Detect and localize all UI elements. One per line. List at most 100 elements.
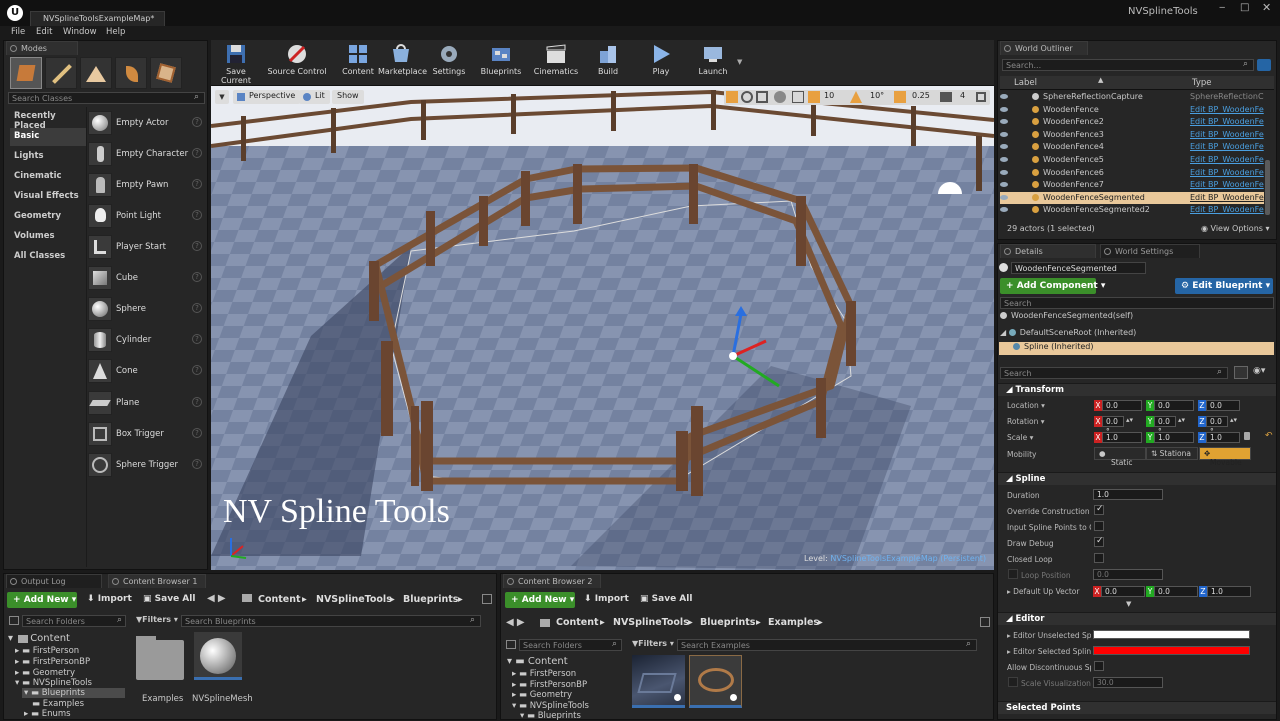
- blueprints-button[interactable]: Blueprints: [478, 41, 524, 81]
- search-blueprints-input[interactable]: Search Blueprints: [181, 615, 481, 627]
- launch-button[interactable]: Launch: [690, 41, 736, 81]
- menu-window[interactable]: Window: [63, 27, 97, 37]
- maximize-viewport-icon[interactable]: [976, 92, 986, 102]
- help-icon[interactable]: ?: [192, 210, 202, 220]
- minimize-button[interactable]: ‒: [1219, 2, 1225, 13]
- help-icon[interactable]: ?: [192, 148, 202, 158]
- visibility-eye-icon[interactable]: [1000, 106, 1008, 112]
- tree-enums[interactable]: ▸ ▬ Enums: [24, 709, 71, 719]
- path-nvsplinetools[interactable]: NVSplineTools: [316, 594, 392, 605]
- help-icon[interactable]: ?: [192, 365, 202, 375]
- override-construction-checkbox[interactable]: [1094, 504, 1104, 515]
- path-content[interactable]: Content: [556, 617, 599, 628]
- marketplace-button[interactable]: Marketplace: [378, 41, 427, 81]
- add-new-button-2[interactable]: + Add New ▾: [505, 592, 575, 608]
- asset-nvsplinemesh[interactable]: NVSplineMesh: [192, 632, 253, 708]
- path-content[interactable]: Content: [258, 594, 301, 605]
- import-button[interactable]: ⬇ Import: [87, 594, 132, 604]
- location-x-field[interactable]: 0.0: [1102, 400, 1142, 411]
- input-spline-points-checkbox[interactable]: [1094, 521, 1104, 531]
- show-advanced-chevron-icon[interactable]: ▼: [1126, 600, 1131, 608]
- outliner-row[interactable]: WoodenFence6 Edit BP_WoodenFe: [1000, 167, 1264, 180]
- scale-label[interactable]: Scale ▾: [1007, 433, 1091, 442]
- mobility-movable-button[interactable]: ✥ Movable: [1199, 447, 1251, 467]
- place-empty-character[interactable]: Empty Character?: [86, 140, 206, 169]
- scale-y-field[interactable]: 1.0: [1154, 432, 1194, 443]
- visibility-eye-icon[interactable]: [1000, 131, 1008, 137]
- visibility-eye-icon[interactable]: [1000, 182, 1008, 188]
- translate-tool-icon[interactable]: [726, 91, 738, 103]
- tree-content[interactable]: ▾ ▬ Content: [507, 656, 568, 667]
- sources-toggle-icon[interactable]: [9, 616, 19, 625]
- help-icon[interactable]: ?: [192, 397, 202, 407]
- menu-file[interactable]: File: [11, 27, 25, 37]
- settings-button[interactable]: Settings: [426, 41, 472, 81]
- camera-speed-icon[interactable]: [940, 92, 952, 102]
- place-player-start[interactable]: Player Start?: [86, 233, 206, 262]
- maximize-button[interactable]: □: [1240, 2, 1249, 13]
- up-y-field[interactable]: 0.0: [1154, 586, 1198, 597]
- path-blueprints[interactable]: Blueprints: [403, 594, 458, 605]
- category-cinematic[interactable]: Cinematic: [10, 168, 86, 186]
- place-sphere-trigger[interactable]: Sphere Trigger?: [86, 451, 206, 480]
- scale-visualization-checkbox[interactable]: [1008, 677, 1018, 687]
- save-all-button[interactable]: ▣ Save All: [143, 594, 195, 604]
- launch-dropdown-arrow[interactable]: ▼: [737, 58, 742, 66]
- location-label[interactable]: Location ▾: [1007, 401, 1091, 410]
- viewport-menu-button[interactable]: ▼: [215, 90, 229, 104]
- spline-component-row[interactable]: Spline (Inherited): [999, 342, 1274, 355]
- tab-details[interactable]: Details: [1000, 244, 1096, 258]
- selected-spline-color-swatch[interactable]: [1093, 646, 1250, 655]
- outliner-row-type[interactable]: Edit BP_WoodenFe: [1190, 104, 1264, 117]
- camera-speed-value[interactable]: 4: [960, 91, 965, 100]
- import-button-2[interactable]: ⬇ Import: [584, 594, 629, 604]
- actor-name-field[interactable]: WoodenFenceSegmented: [1011, 262, 1146, 274]
- location-y-field[interactable]: 0.0: [1154, 400, 1194, 411]
- outliner-search-input[interactable]: Search...: [1002, 59, 1254, 71]
- search-folders-input[interactable]: Search Folders: [22, 615, 126, 627]
- visibility-eye-icon[interactable]: [1000, 119, 1008, 125]
- tab-content-browser-2[interactable]: Content Browser 2: [503, 574, 601, 588]
- component-search-input[interactable]: Search: [1000, 297, 1274, 309]
- surface-snap-icon[interactable]: [792, 91, 804, 103]
- rotation-label[interactable]: Rotation ▾: [1007, 417, 1091, 426]
- scale-x-field[interactable]: 1.0: [1102, 432, 1142, 443]
- place-cube[interactable]: Cube?: [86, 264, 206, 293]
- outliner-row-type[interactable]: Edit BP_WoodenFe: [1190, 179, 1264, 192]
- place-plane[interactable]: Plane?: [86, 389, 206, 418]
- show-button[interactable]: Show: [332, 90, 364, 104]
- help-icon[interactable]: ?: [192, 303, 202, 313]
- tree-examples[interactable]: ▬ Examples: [32, 699, 84, 709]
- filters-button[interactable]: ▼Filters ▾: [136, 615, 178, 624]
- help-icon[interactable]: ?: [192, 272, 202, 282]
- category-basic[interactable]: Basic: [10, 128, 86, 146]
- visibility-eye-icon[interactable]: [1000, 157, 1008, 162]
- eye-filter-icon[interactable]: ◉▾: [1253, 366, 1265, 376]
- path-examples[interactable]: Examples: [768, 617, 819, 628]
- visibility-eye-icon[interactable]: [1000, 169, 1008, 175]
- place-box-trigger[interactable]: Box Trigger?: [86, 420, 206, 449]
- outliner-row[interactable]: WoodenFence4 Edit BP_WoodenFe: [1000, 141, 1264, 154]
- visibility-eye-icon[interactable]: [1000, 207, 1008, 213]
- rotation-y-field[interactable]: 0.0 °: [1154, 416, 1176, 436]
- cinematics-button[interactable]: Cinematics: [533, 41, 579, 81]
- scale-tool-icon[interactable]: [756, 91, 768, 103]
- category-geometry[interactable]: Geometry: [10, 208, 86, 226]
- spin-arrows-icon[interactable]: ▴▾: [1230, 416, 1237, 424]
- tree-geometry[interactable]: ▸ ▬ Geometry: [15, 668, 75, 678]
- tab-output-log[interactable]: Output Log: [6, 574, 102, 588]
- loop-position-field[interactable]: 0.0: [1093, 569, 1163, 580]
- outliner-row[interactable]: WoodenFence7 Edit BP_WoodenFe: [1000, 179, 1264, 192]
- place-cone[interactable]: Cone?: [86, 357, 206, 386]
- place-point-light[interactable]: Point Light?: [86, 202, 206, 231]
- outliner-row-type[interactable]: Edit BP_WoodenFe: [1190, 154, 1264, 167]
- visibility-eye-icon[interactable]: [1000, 144, 1008, 150]
- asset-examples-folder[interactable]: Examples: [136, 634, 186, 708]
- category-volumes[interactable]: Volumes: [10, 228, 86, 246]
- search-classes-input[interactable]: Search Classes: [8, 92, 205, 104]
- outliner-row-type[interactable]: Edit BP_WoodenFe: [1190, 129, 1264, 142]
- document-tab[interactable]: NVSplineToolsExampleMap*: [30, 11, 165, 26]
- filters-button-2[interactable]: ▼Filters ▾: [632, 639, 674, 648]
- visibility-eye-icon[interactable]: [1000, 194, 1008, 200]
- mobility-stationary-button[interactable]: ⇅ Stationa: [1146, 447, 1198, 460]
